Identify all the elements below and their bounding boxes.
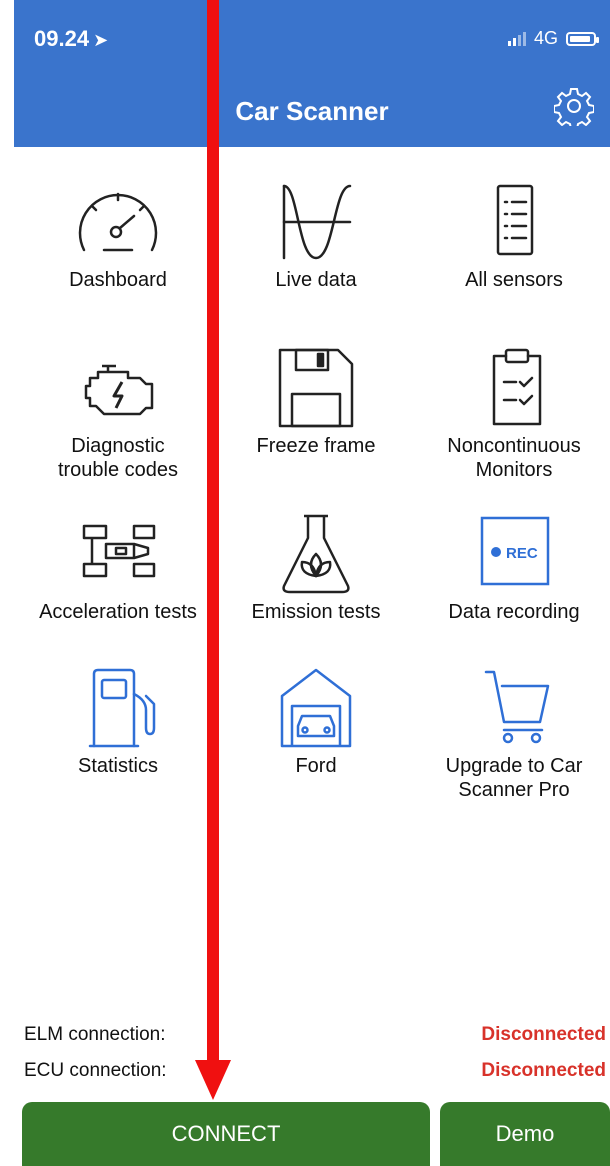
ecu-connection-status: Disconnected [481, 1060, 606, 1081]
tile-emission-tests[interactable]: Emission tests [216, 514, 416, 624]
status-indicators: 4G [507, 28, 599, 49]
tile-label: Freeze frame [256, 435, 376, 457]
tile-freeze-frame[interactable]: Freeze frame [216, 348, 416, 458]
tile-all-sensors[interactable]: All sensors [414, 182, 610, 292]
rec-icon: REC [480, 516, 550, 586]
battery-icon [566, 31, 599, 46]
cart-icon [484, 670, 550, 744]
racecar-icon [82, 524, 156, 578]
clipboard-icon [492, 348, 542, 426]
tile-label: Emission tests [251, 601, 381, 623]
annotation-arrow [207, 0, 219, 1060]
tile-noncontinuous-monitors[interactable]: Noncontinuous Monitors [414, 348, 610, 482]
tile-label: Ford [295, 755, 337, 777]
gear-icon[interactable] [554, 86, 594, 126]
tile-label: Statistics [77, 755, 159, 777]
status-time: 09.24 ➤ [34, 26, 108, 52]
rec-text: REC [506, 545, 538, 562]
ecu-connection-label: ECU connection: [24, 1060, 167, 1081]
tile-data-recording[interactable]: REC Data recording [414, 514, 610, 624]
tile-label: Acceleration tests [39, 601, 197, 623]
garage-icon [280, 668, 352, 748]
list-icon [496, 184, 534, 256]
elm-connection-row: ELM connection: Disconnected [24, 1024, 610, 1046]
tile-dashboard[interactable]: Dashboard [18, 182, 218, 292]
demo-button[interactable]: Demo [440, 1102, 610, 1166]
speedometer-icon [78, 192, 158, 252]
tile-live-data[interactable]: Live data [216, 182, 416, 292]
tile-label: Noncontinuous Monitors [447, 435, 581, 481]
page-title: Car Scanner [235, 96, 389, 126]
location-arrow-icon: ➤ [93, 30, 109, 50]
wave-icon [282, 184, 352, 260]
tile-statistics[interactable]: Statistics [18, 668, 218, 778]
signal-icon [507, 31, 526, 46]
tile-acceleration-tests[interactable]: Acceleration tests [18, 514, 218, 624]
tile-label: Upgrade to Car Scanner Pro [445, 755, 583, 801]
tile-label: Dashboard [69, 269, 167, 291]
tile-label: All sensors [465, 269, 563, 291]
fuel-pump-icon [88, 668, 156, 748]
elm-connection-label: ELM connection: [24, 1024, 166, 1045]
elm-connection-status: Disconnected [481, 1024, 606, 1045]
network-type: 4G [533, 28, 558, 48]
connect-button[interactable]: CONNECT [22, 1102, 430, 1166]
floppy-icon [278, 348, 354, 428]
tile-ford[interactable]: Ford [216, 668, 416, 778]
tile-label: Diagnostic trouble codes [57, 435, 179, 481]
flask-icon [282, 514, 350, 594]
tile-upgrade-pro[interactable]: Upgrade to Car Scanner Pro [414, 668, 610, 802]
tile-label: Data recording [448, 601, 580, 623]
tile-label: Live data [275, 269, 357, 291]
time-text: 09.24 [34, 26, 90, 51]
ecu-connection-row: ECU connection: Disconnected [24, 1060, 610, 1082]
engine-icon [84, 364, 154, 416]
app-header: 09.24 ➤ 4G Car Scanner [14, 0, 610, 147]
annotation-arrow-head [195, 1060, 231, 1100]
tile-diagnostic-trouble-codes[interactable]: Diagnostic trouble codes [18, 348, 218, 482]
